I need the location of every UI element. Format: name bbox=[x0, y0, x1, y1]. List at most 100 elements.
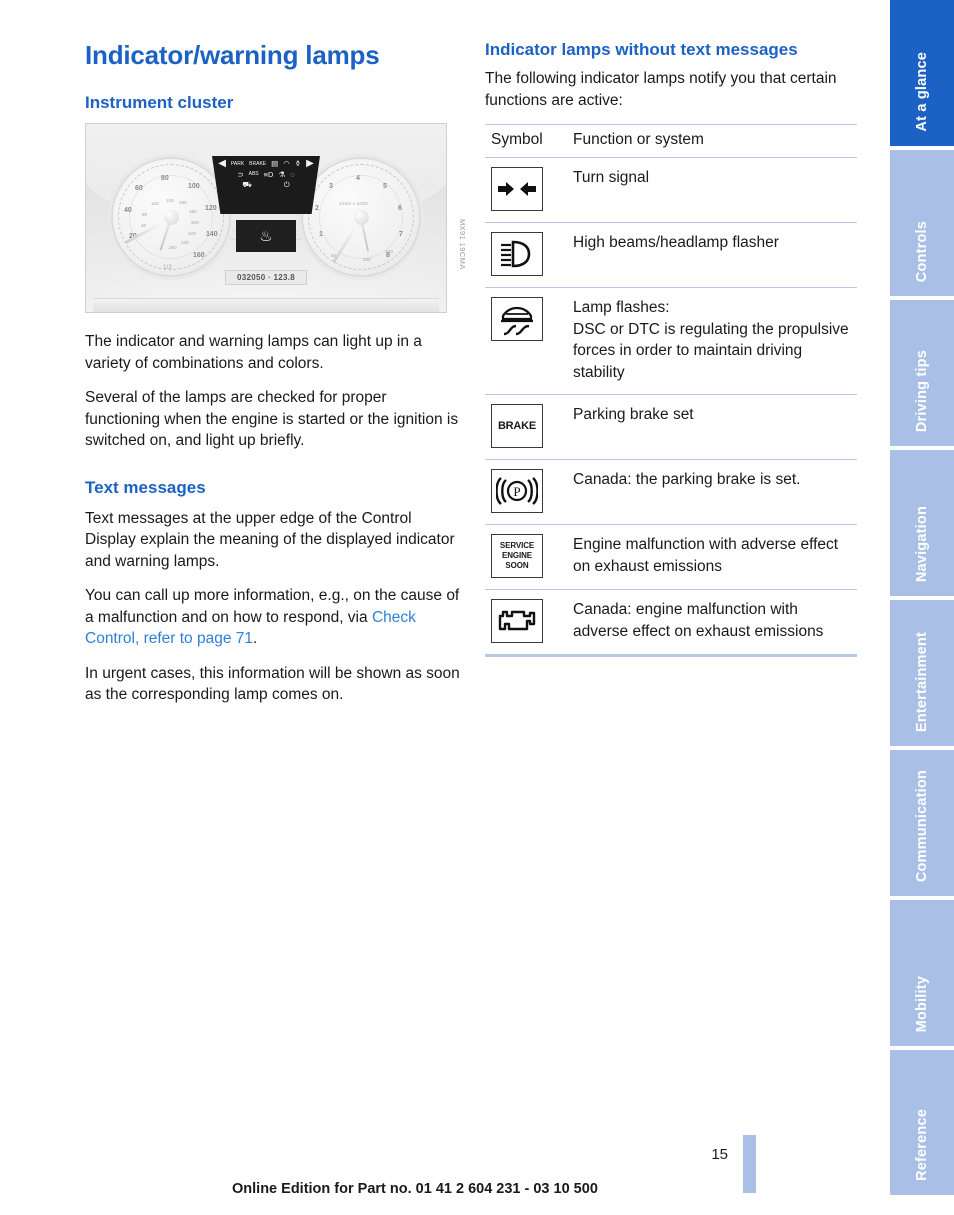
cluster-paragraph-2: Several of the lamps are checked for pro… bbox=[85, 389, 459, 449]
sidebar-item-label: Communication bbox=[914, 769, 930, 882]
cluster-paragraph-1: The indicator and warning lamps can ligh… bbox=[85, 333, 422, 372]
section-navigation: At a glance Controls Driving tips Naviga… bbox=[890, 0, 954, 1215]
turn-signal-icon bbox=[491, 167, 543, 211]
sidebar-item-label: Controls bbox=[914, 220, 930, 282]
fuel-gauge-label: 1/2 bbox=[163, 265, 172, 271]
column-header-function: Function or system bbox=[563, 124, 857, 158]
page-number: 15 bbox=[711, 1146, 728, 1163]
high-beam-lamp-icon: ≡D bbox=[263, 170, 274, 179]
sidebar-item-reference[interactable]: Reference bbox=[890, 1050, 954, 1195]
warning-lamp-panel: ◀ PARK BRAKE ▤ ◠ ⚱ ▶ ⊃ ABS ≡D ⚗ ◌ ⛟ ⏻ bbox=[212, 156, 320, 214]
coolant-temp-icon: ♨ bbox=[259, 228, 273, 245]
heading-instrument-cluster: Instrument cluster bbox=[85, 93, 234, 112]
rpm-tick-1: 1 bbox=[319, 231, 323, 238]
instrument-cluster-image: 20 40 60 80 100 120 140 160 40 80 100 12… bbox=[85, 123, 447, 313]
function-text-extra: DSC or DTC is regulating the propulsive … bbox=[573, 320, 849, 381]
speed-tick-40: 40 bbox=[124, 207, 132, 214]
service-engine-soon-icon: SERVICE ENGINE SOON bbox=[491, 534, 543, 578]
turn-left-lamp-icon: ◀ bbox=[218, 158, 226, 169]
speed-tick-140: 140 bbox=[206, 231, 218, 238]
function-cell: Engine malfunction with adverse effect o… bbox=[563, 524, 857, 590]
speed-inner-260: 260 bbox=[169, 245, 177, 250]
manual-page: Indicator/warning lamps Instrument clust… bbox=[0, 0, 954, 1215]
sidebar-item-driving-tips[interactable]: Driving tips bbox=[890, 300, 954, 446]
table-row: BRAKE Parking brake set bbox=[485, 394, 857, 460]
speedometer-hub bbox=[163, 209, 179, 225]
table-row: SERVICE ENGINE SOON Engine malfunction w… bbox=[485, 524, 857, 590]
table-row: High beams/headlamp flasher bbox=[485, 222, 857, 288]
function-text: Parking brake set bbox=[573, 406, 694, 423]
sidebar-item-label: Mobility bbox=[914, 975, 930, 1032]
text-messages-paragraph-2: You can call up more information, e.g., … bbox=[85, 585, 463, 650]
figure-caption: MX91 19CMA bbox=[458, 219, 467, 270]
tire-lamp-icon: ◌ bbox=[290, 170, 295, 179]
right-column: Indicator lamps without text messages Th… bbox=[485, 40, 857, 657]
speed-tick-160: 160 bbox=[193, 252, 205, 259]
table-header-row: Symbol Function or system bbox=[485, 124, 857, 158]
heading-indicator-lamps-without-text: Indicator lamps without text messages bbox=[485, 40, 798, 59]
sidebar-item-entertainment[interactable]: Entertainment bbox=[890, 600, 954, 746]
instrument-cluster-figure: 20 40 60 80 100 120 140 160 40 80 100 12… bbox=[85, 123, 467, 313]
rpm-caption: 1/min x 1000 bbox=[339, 201, 368, 206]
function-cell: Turn signal bbox=[563, 157, 857, 223]
table-head: Symbol Function or system bbox=[485, 124, 857, 158]
function-cell: Lamp flashes: DSC or DTC is regulating t… bbox=[563, 287, 857, 395]
text-messages-paragraph-1: Text messages at the upper edge of the C… bbox=[85, 509, 455, 570]
speed-inner-200: 200 bbox=[191, 220, 199, 225]
symbol-cell bbox=[485, 589, 563, 657]
sidebar-item-at-a-glance[interactable]: At a glance bbox=[890, 0, 954, 146]
page-title: Indicator/warning lamps bbox=[85, 40, 380, 70]
sidebar-item-label: Driving tips bbox=[914, 349, 930, 432]
oil-lamp-icon: ⚗ bbox=[278, 170, 286, 179]
function-cell: Parking brake set bbox=[563, 394, 857, 460]
cluster-base bbox=[93, 298, 439, 312]
function-text: Turn signal bbox=[573, 169, 650, 186]
sidebar-item-label: Navigation bbox=[914, 505, 930, 582]
sidebar-item-communication[interactable]: Communication bbox=[890, 750, 954, 896]
left-column: Indicator/warning lamps Instrument clust… bbox=[85, 40, 467, 706]
function-cell: High beams/headlamp flasher bbox=[563, 222, 857, 288]
abs-lamp-label: ABS bbox=[248, 171, 259, 178]
rpm-tick-4: 4 bbox=[356, 175, 360, 182]
high-beam-icon bbox=[491, 232, 543, 276]
warning-lamp-row-3: ⛟ ⏻ bbox=[242, 180, 289, 189]
function-text: High beams/headlamp flasher bbox=[573, 234, 779, 251]
table-body: Turn signal High beams/headlamp flasher … bbox=[485, 157, 857, 657]
table-row: Lamp flashes: DSC or DTC is regulating t… bbox=[485, 287, 857, 395]
speed-tick-80: 80 bbox=[161, 175, 169, 182]
symbol-cell bbox=[485, 287, 563, 395]
warning-lamp-row-1: ◀ PARK BRAKE ▤ ◠ ⚱ ▶ bbox=[218, 159, 314, 169]
sidebar-item-controls[interactable]: Controls bbox=[890, 150, 954, 296]
brake-text-icon: BRAKE bbox=[491, 404, 543, 448]
function-text: Lamp flashes: bbox=[573, 299, 670, 316]
fog-lamp-icon: ⊃ bbox=[237, 170, 244, 179]
temp-tick-250: 250 bbox=[363, 257, 371, 262]
temp-tick-240: 240 bbox=[385, 249, 393, 254]
speed-tick-60: 60 bbox=[135, 185, 143, 192]
symbol-cell: SERVICE ENGINE SOON bbox=[485, 524, 563, 590]
speed-inner-240: 240 bbox=[181, 240, 189, 245]
function-text: Canada: engine malfunction with adverse … bbox=[573, 601, 824, 640]
odometer-display: 032050 · 123.8 bbox=[225, 270, 307, 285]
sidebar-item-navigation[interactable]: Navigation bbox=[890, 450, 954, 596]
turn-right-lamp-icon: ▶ bbox=[306, 158, 314, 169]
indicator-lamps-table: Symbol Function or system Turn signal Hi… bbox=[485, 124, 857, 657]
sidebar-item-mobility[interactable]: Mobility bbox=[890, 900, 954, 1046]
seatbelt-lamp-icon: ◠ bbox=[283, 159, 290, 169]
rpm-tick-3: 3 bbox=[329, 183, 333, 190]
center-display: ♨ bbox=[236, 220, 296, 252]
warning-lamp-row-2: ⊃ ABS ≡D ⚗ ◌ bbox=[237, 171, 294, 179]
table-row: Turn signal bbox=[485, 157, 857, 223]
rpm-tick-2: 2 bbox=[315, 205, 319, 212]
text-messages-paragraph-3: In urgent cases, this information will b… bbox=[85, 664, 460, 704]
function-cell: Canada: the parking brake is set. bbox=[563, 459, 857, 525]
check-engine-icon bbox=[491, 599, 543, 643]
park-lamp-label: PARK bbox=[230, 160, 245, 167]
symbol-cell: P bbox=[485, 459, 563, 525]
rpm-tick-7: 7 bbox=[399, 231, 403, 238]
battery-lamp-icon: ▤ bbox=[271, 159, 279, 169]
speed-inner-60: 80 bbox=[142, 212, 148, 217]
speed-tick-100: 100 bbox=[188, 183, 200, 190]
parking-brake-canada-icon: P bbox=[491, 469, 543, 513]
speed-inner-220: 220 bbox=[188, 231, 196, 236]
